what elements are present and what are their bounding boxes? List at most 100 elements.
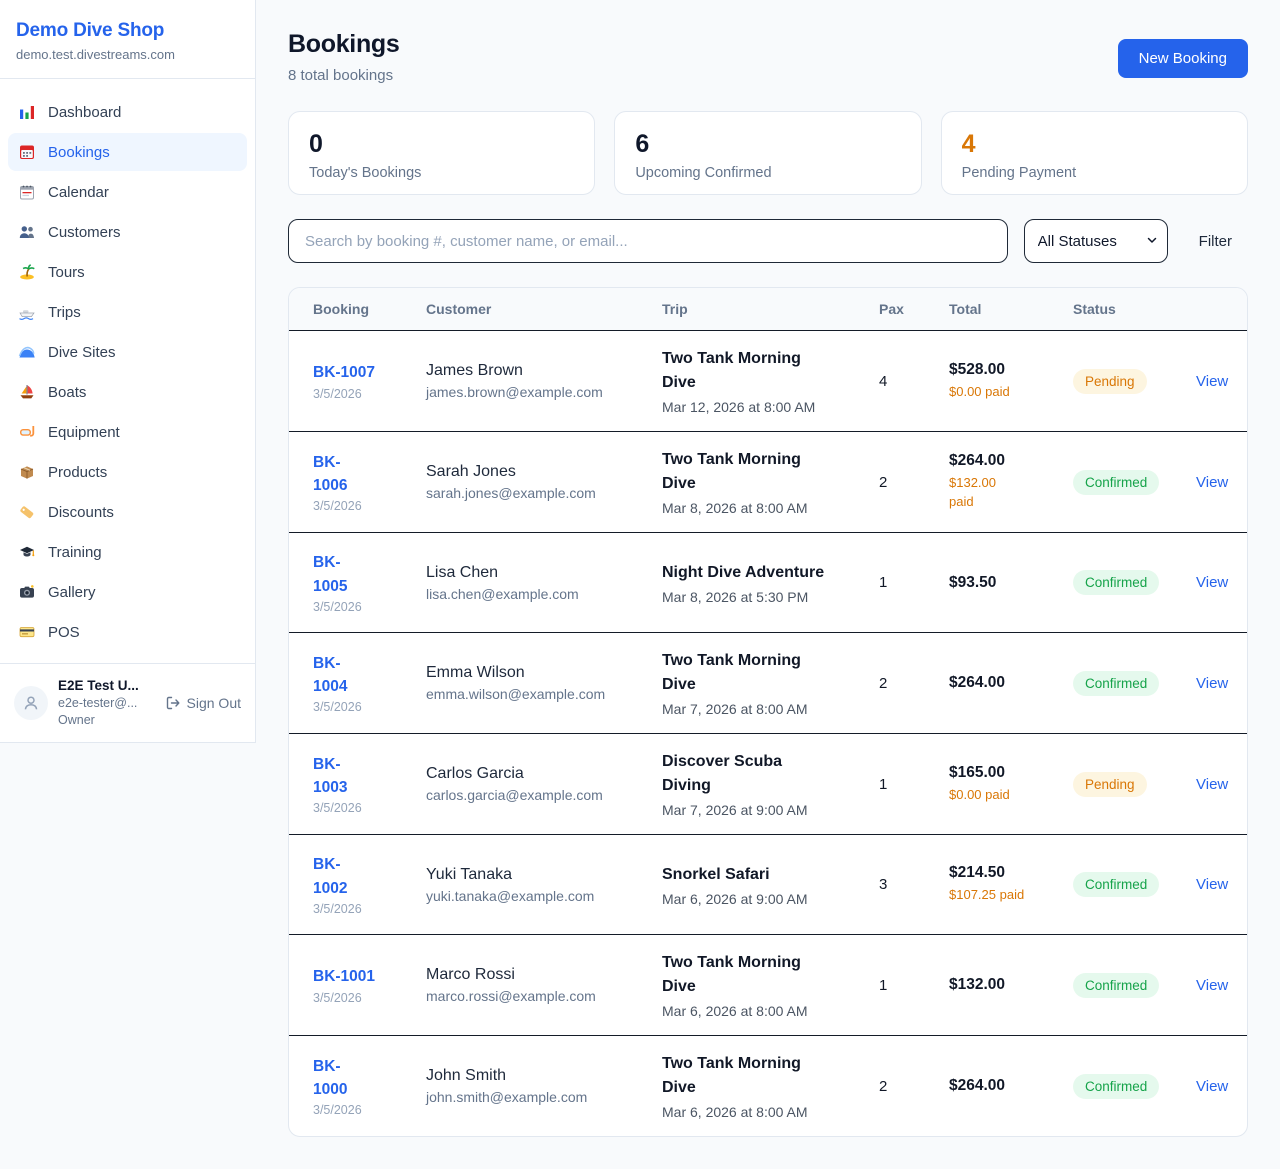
view-link[interactable]: View bbox=[1196, 574, 1228, 591]
shop-name: Demo Dive Shop bbox=[16, 20, 239, 42]
page-title: Bookings bbox=[288, 30, 400, 59]
sidebar-item-trips[interactable]: Trips bbox=[8, 293, 247, 331]
customer-name: Emma Wilson bbox=[426, 664, 662, 682]
speedboat-icon bbox=[18, 303, 36, 321]
sailboat-icon bbox=[18, 383, 36, 401]
pax-count: 2 bbox=[879, 474, 949, 491]
table-row: BK- 10033/5/2026 Carlos Garcia carlos.gar… bbox=[289, 733, 1247, 834]
booking-id-link[interactable]: BK- 1002 bbox=[313, 853, 426, 900]
table-row: BK-10013/5/2026 Marco Rossimarco.rossi@e… bbox=[289, 934, 1247, 1035]
filter-bar: All Statuses Filter bbox=[288, 219, 1248, 263]
sidebar-item-label: Trips bbox=[48, 304, 81, 321]
pax-count: 2 bbox=[879, 675, 949, 692]
pax-count: 3 bbox=[879, 876, 949, 893]
trip-time: Mar 6, 2026 at 8:00 AM bbox=[662, 1003, 879, 1019]
sidebar-item-tours[interactable]: Tours bbox=[8, 253, 247, 291]
sidebar-item-label: Gallery bbox=[48, 584, 96, 601]
diving-mask-icon bbox=[18, 423, 36, 441]
booking-id-link[interactable]: BK-1007 bbox=[313, 361, 426, 384]
status-badge: Confirmed bbox=[1073, 570, 1159, 595]
stat-label: Pending Payment bbox=[962, 165, 1227, 181]
customer-name: Yuki Tanaka bbox=[426, 866, 662, 884]
wave-icon bbox=[18, 343, 36, 361]
view-link[interactable]: View bbox=[1196, 373, 1228, 390]
sidebar-item-bookings[interactable]: Bookings bbox=[8, 133, 247, 171]
sidebar-item-label: Bookings bbox=[48, 144, 110, 161]
sidebar-item-discounts[interactable]: Discounts bbox=[8, 493, 247, 531]
status-filter-select[interactable]: All Statuses bbox=[1024, 219, 1168, 263]
customer-email: sarah.jones@example.com bbox=[426, 485, 662, 501]
booking-id-link[interactable]: BK- 1003 bbox=[313, 753, 426, 800]
customer-email: lisa.chen@example.com bbox=[426, 586, 662, 602]
customer-email: carlos.garcia@example.com bbox=[426, 787, 662, 803]
sidebar-item-dive-sites[interactable]: Dive Sites bbox=[8, 333, 247, 371]
customer-email: james.brown@example.com bbox=[426, 384, 662, 400]
sidebar-item-label: Dive Sites bbox=[48, 344, 116, 361]
booking-id-link[interactable]: BK-1001 bbox=[313, 965, 426, 988]
sidebar-item-calendar[interactable]: Calendar bbox=[8, 173, 247, 211]
trip-name: Two Tank Morning Dive bbox=[662, 448, 879, 496]
calendar-icon bbox=[18, 143, 36, 161]
sidebar-item-equipment[interactable]: Equipment bbox=[8, 413, 247, 451]
stat-label: Today's Bookings bbox=[309, 165, 574, 181]
credit-card-icon bbox=[18, 623, 36, 641]
pax-count: 1 bbox=[879, 977, 949, 994]
status-badge: Confirmed bbox=[1073, 1074, 1159, 1099]
tag-icon bbox=[18, 503, 36, 521]
booking-date: 3/5/2026 bbox=[313, 991, 426, 1005]
avatar bbox=[14, 686, 48, 720]
view-link[interactable]: View bbox=[1196, 1078, 1228, 1095]
sidebar-item-gallery[interactable]: Gallery bbox=[8, 573, 247, 611]
view-link[interactable]: View bbox=[1196, 474, 1228, 491]
trip-name: Discover Scuba Diving bbox=[662, 750, 879, 798]
main-content: Bookings 8 total bookings New Booking 0 … bbox=[256, 0, 1280, 1169]
booking-date: 3/5/2026 bbox=[313, 801, 426, 815]
view-link[interactable]: View bbox=[1196, 776, 1228, 793]
sidebar-nav: Dashboard Bookings Calendar Customers To… bbox=[0, 79, 255, 663]
user-role: Owner bbox=[58, 712, 139, 729]
bookings-table: Booking Customer Trip Pax Total Status B… bbox=[288, 287, 1248, 1137]
filter-button[interactable]: Filter bbox=[1183, 233, 1248, 250]
sidebar-item-label: Dashboard bbox=[48, 104, 121, 121]
customer-name: John Smith bbox=[426, 1067, 662, 1085]
booking-id-link[interactable]: BK- 1004 bbox=[313, 652, 426, 699]
stat-value: 4 bbox=[962, 130, 1227, 159]
sidebar-item-products[interactable]: Products bbox=[8, 453, 247, 491]
view-link[interactable]: View bbox=[1196, 876, 1228, 893]
sidebar-item-training[interactable]: Training bbox=[8, 533, 247, 571]
total-amount: $132.00 bbox=[949, 976, 1073, 994]
booking-id-link[interactable]: BK- 1006 bbox=[313, 451, 426, 498]
booking-id-link[interactable]: BK- 1005 bbox=[313, 551, 426, 598]
column-header-status: Status bbox=[1073, 301, 1196, 317]
view-link[interactable]: View bbox=[1196, 675, 1228, 692]
total-amount: $528.00 bbox=[949, 361, 1073, 379]
stats-cards: 0 Today's Bookings 6 Upcoming Confirmed … bbox=[288, 111, 1248, 195]
trip-time: Mar 8, 2026 at 5:30 PM bbox=[662, 589, 879, 605]
sidebar-item-customers[interactable]: Customers bbox=[8, 213, 247, 251]
sidebar-item-pos[interactable]: POS bbox=[8, 613, 247, 651]
new-booking-button[interactable]: New Booking bbox=[1118, 39, 1248, 78]
booking-date: 3/5/2026 bbox=[313, 387, 426, 401]
trip-name: Two Tank Morning Dive bbox=[662, 649, 879, 697]
table-header-row: Booking Customer Trip Pax Total Status bbox=[289, 288, 1247, 331]
spiral-calendar-icon bbox=[18, 183, 36, 201]
island-icon bbox=[18, 263, 36, 281]
status-badge: Pending bbox=[1073, 772, 1147, 797]
pax-count: 1 bbox=[879, 574, 949, 591]
view-link[interactable]: View bbox=[1196, 977, 1228, 994]
table-row: BK- 10003/5/2026 John Smithjohn.smith@ex… bbox=[289, 1035, 1247, 1136]
sign-out-label: Sign Out bbox=[187, 695, 241, 711]
sidebar-item-boats[interactable]: Boats bbox=[8, 373, 247, 411]
sign-out-button[interactable]: Sign Out bbox=[165, 695, 241, 711]
search-input[interactable] bbox=[288, 219, 1008, 263]
total-amount: $264.00 bbox=[949, 452, 1073, 470]
user-email: e2e-tester@... bbox=[58, 695, 139, 712]
customer-name: Carlos Garcia bbox=[426, 765, 662, 783]
booking-date: 3/5/2026 bbox=[313, 902, 426, 916]
column-header-total: Total bbox=[949, 301, 1073, 317]
table-row: BK-10073/5/2026 James Brownjames.brown@e… bbox=[289, 331, 1247, 431]
trip-time: Mar 6, 2026 at 8:00 AM bbox=[662, 1104, 879, 1120]
booking-id-link[interactable]: BK- 1000 bbox=[313, 1055, 426, 1102]
trip-time: Mar 7, 2026 at 8:00 AM bbox=[662, 701, 879, 717]
sidebar-item-dashboard[interactable]: Dashboard bbox=[8, 93, 247, 131]
